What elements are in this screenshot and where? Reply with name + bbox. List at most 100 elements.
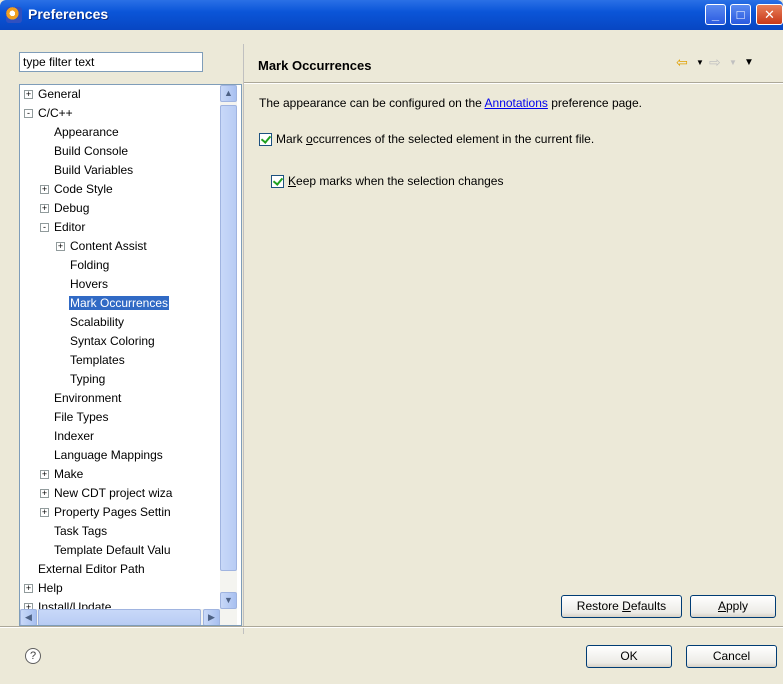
cancel-button[interactable]: Cancel (686, 645, 777, 668)
tree-item[interactable]: Typing (56, 370, 106, 389)
apply-button[interactable]: Apply (690, 595, 776, 618)
tree-item[interactable]: Folding (56, 256, 110, 275)
maximize-button[interactable]: □ (730, 4, 751, 25)
tree-item-label: External Editor Path (38, 562, 145, 576)
window-title: Preferences (28, 6, 109, 22)
tree-horizontal-scrollbar[interactable]: ◀ ▶ (20, 609, 237, 625)
tree-item-label: Build Variables (54, 163, 134, 177)
expand-icon[interactable]: + (40, 185, 49, 195)
tree-item[interactable]: Task Tags (40, 522, 108, 541)
annotations-link[interactable]: Annotations (485, 96, 548, 110)
back-dropdown-icon[interactable]: ▼ (696, 58, 704, 67)
expand-icon[interactable]: + (40, 489, 49, 499)
description-prefix: The appearance can be configured on the (259, 96, 485, 110)
tree-item-label: Content Assist (70, 239, 147, 253)
tree-item[interactable]: Hovers (56, 275, 109, 294)
tree-item-label: Editor (54, 220, 86, 234)
collapse-icon[interactable]: - (40, 223, 49, 233)
ok-button[interactable]: OK (586, 645, 672, 668)
tree-item[interactable]: Build Variables (40, 161, 134, 180)
tree-item-label: Task Tags (54, 524, 108, 538)
help-icon[interactable]: ? (25, 648, 41, 664)
expand-icon[interactable]: + (40, 470, 49, 480)
checkbox-checked-icon[interactable] (259, 132, 272, 146)
tree-item-label: Folding (70, 258, 110, 272)
view-menu-icon[interactable]: ▼ (744, 57, 754, 68)
tree-item-label: Template Default Valu (54, 543, 171, 557)
tree-item[interactable]: Environment (40, 389, 122, 408)
tree-item[interactable]: + New CDT project wiza (40, 484, 173, 503)
tree-item[interactable]: Scalability (56, 313, 125, 332)
tree-item[interactable]: Build Console (40, 142, 129, 161)
collapse-icon[interactable]: - (24, 109, 33, 119)
tree-item[interactable]: External Editor Path (24, 560, 146, 579)
scroll-left-icon[interactable]: ◀ (20, 609, 37, 625)
page-title: Mark Occurrences (258, 58, 372, 73)
tree-item[interactable]: Templates (56, 351, 126, 370)
tree-item[interactable]: Indexer (40, 427, 95, 446)
dialog-body: type filter text + General - C/C++ Appearanc… (0, 30, 783, 684)
minimize-button[interactable]: _ (705, 4, 726, 25)
tree-item-label: Code Style (54, 182, 113, 196)
tree-item[interactable]: + Code Style (40, 180, 114, 199)
expand-icon[interactable]: + (56, 242, 65, 252)
tree-item[interactable]: + Debug (40, 199, 90, 218)
scroll-up-icon[interactable]: ▲ (220, 85, 237, 102)
scroll-right-icon[interactable]: ▶ (203, 609, 220, 625)
tree-item[interactable]: + Content Assist (56, 237, 148, 256)
footer-separator (0, 626, 783, 628)
tree-item[interactable]: + General (24, 85, 82, 104)
restore-defaults-button[interactable]: Restore Defaults (561, 595, 682, 618)
tree-item-label: Typing (70, 372, 106, 386)
tree-item-label: Templates (70, 353, 125, 367)
close-button[interactable]: ✕ (756, 4, 783, 25)
tree-item-label: Scalability (70, 315, 125, 329)
header-separator (244, 82, 783, 84)
tree-item[interactable]: - Editor (40, 218, 86, 237)
tree-item[interactable]: Language Mappings (40, 446, 164, 465)
expand-icon[interactable]: + (40, 508, 49, 518)
tree-item[interactable]: + Make (40, 465, 84, 484)
page-navigation: ⇦ ▼ ⇨ ▼ ▼ (676, 54, 776, 74)
tree-item-label: Make (54, 467, 84, 481)
keep-marks-label: Keep marks when the selection changes (288, 174, 504, 188)
preference-tree[interactable]: + General - C/C++ Appearance Build Console Bui… (19, 84, 242, 626)
tree-item-label: Environment (54, 391, 122, 405)
expand-icon[interactable]: + (24, 90, 33, 100)
tree-item[interactable]: + Property Pages Settin (40, 503, 172, 522)
checkbox-checked-icon[interactable] (271, 174, 284, 188)
filter-input[interactable]: type filter text (19, 52, 203, 72)
expand-icon[interactable]: + (40, 204, 49, 214)
tree-item-label: Indexer (54, 429, 95, 443)
mark-occurrences-checkbox[interactable]: Mark occurrences of the selected element… (259, 132, 594, 146)
tree-item-label: Help (38, 581, 63, 595)
title-bar: Preferences _ □ ✕ (0, 0, 783, 30)
expand-icon[interactable]: + (24, 584, 33, 594)
back-arrow-icon[interactable]: ⇦ (676, 54, 688, 71)
tree-item[interactable]: + Help (24, 579, 64, 598)
forward-arrow-icon: ⇨ (709, 54, 721, 70)
keep-marks-checkbox[interactable]: Keep marks when the selection changes (271, 174, 503, 188)
tree-item-label: Hovers (70, 277, 109, 291)
tree-item[interactable]: Syntax Coloring (56, 332, 156, 351)
tree-item-label: Syntax Coloring (70, 334, 155, 348)
tree-item[interactable]: - C/C++ (24, 104, 74, 123)
tree-item-label: Build Console (54, 144, 129, 158)
tree-item[interactable]: Mark Occurrences (56, 294, 170, 313)
description-text: The appearance can be configured on the … (259, 96, 642, 110)
pane-divider[interactable] (243, 44, 244, 634)
tree-item[interactable]: Appearance (40, 123, 120, 142)
mark-occurrences-label: Mark occurrences of the selected element… (276, 132, 595, 146)
tree-item-label: Mark Occurrences (69, 296, 170, 310)
hscroll-thumb[interactable] (38, 609, 201, 625)
tree-item-label: File Types (54, 410, 109, 424)
scroll-thumb[interactable] (220, 105, 237, 571)
tree-item-label: Property Pages Settin (54, 505, 171, 519)
tree-vertical-scrollbar[interactable]: ▲ ▼ (220, 85, 237, 609)
tree-item-label: General (38, 87, 81, 101)
tree-item[interactable]: Template Default Valu (40, 541, 172, 560)
tree-item-label: Language Mappings (54, 448, 163, 462)
tree-item[interactable]: File Types (40, 408, 109, 427)
tree-item-label: C/C++ (38, 106, 73, 120)
scroll-down-icon[interactable]: ▼ (220, 592, 237, 609)
